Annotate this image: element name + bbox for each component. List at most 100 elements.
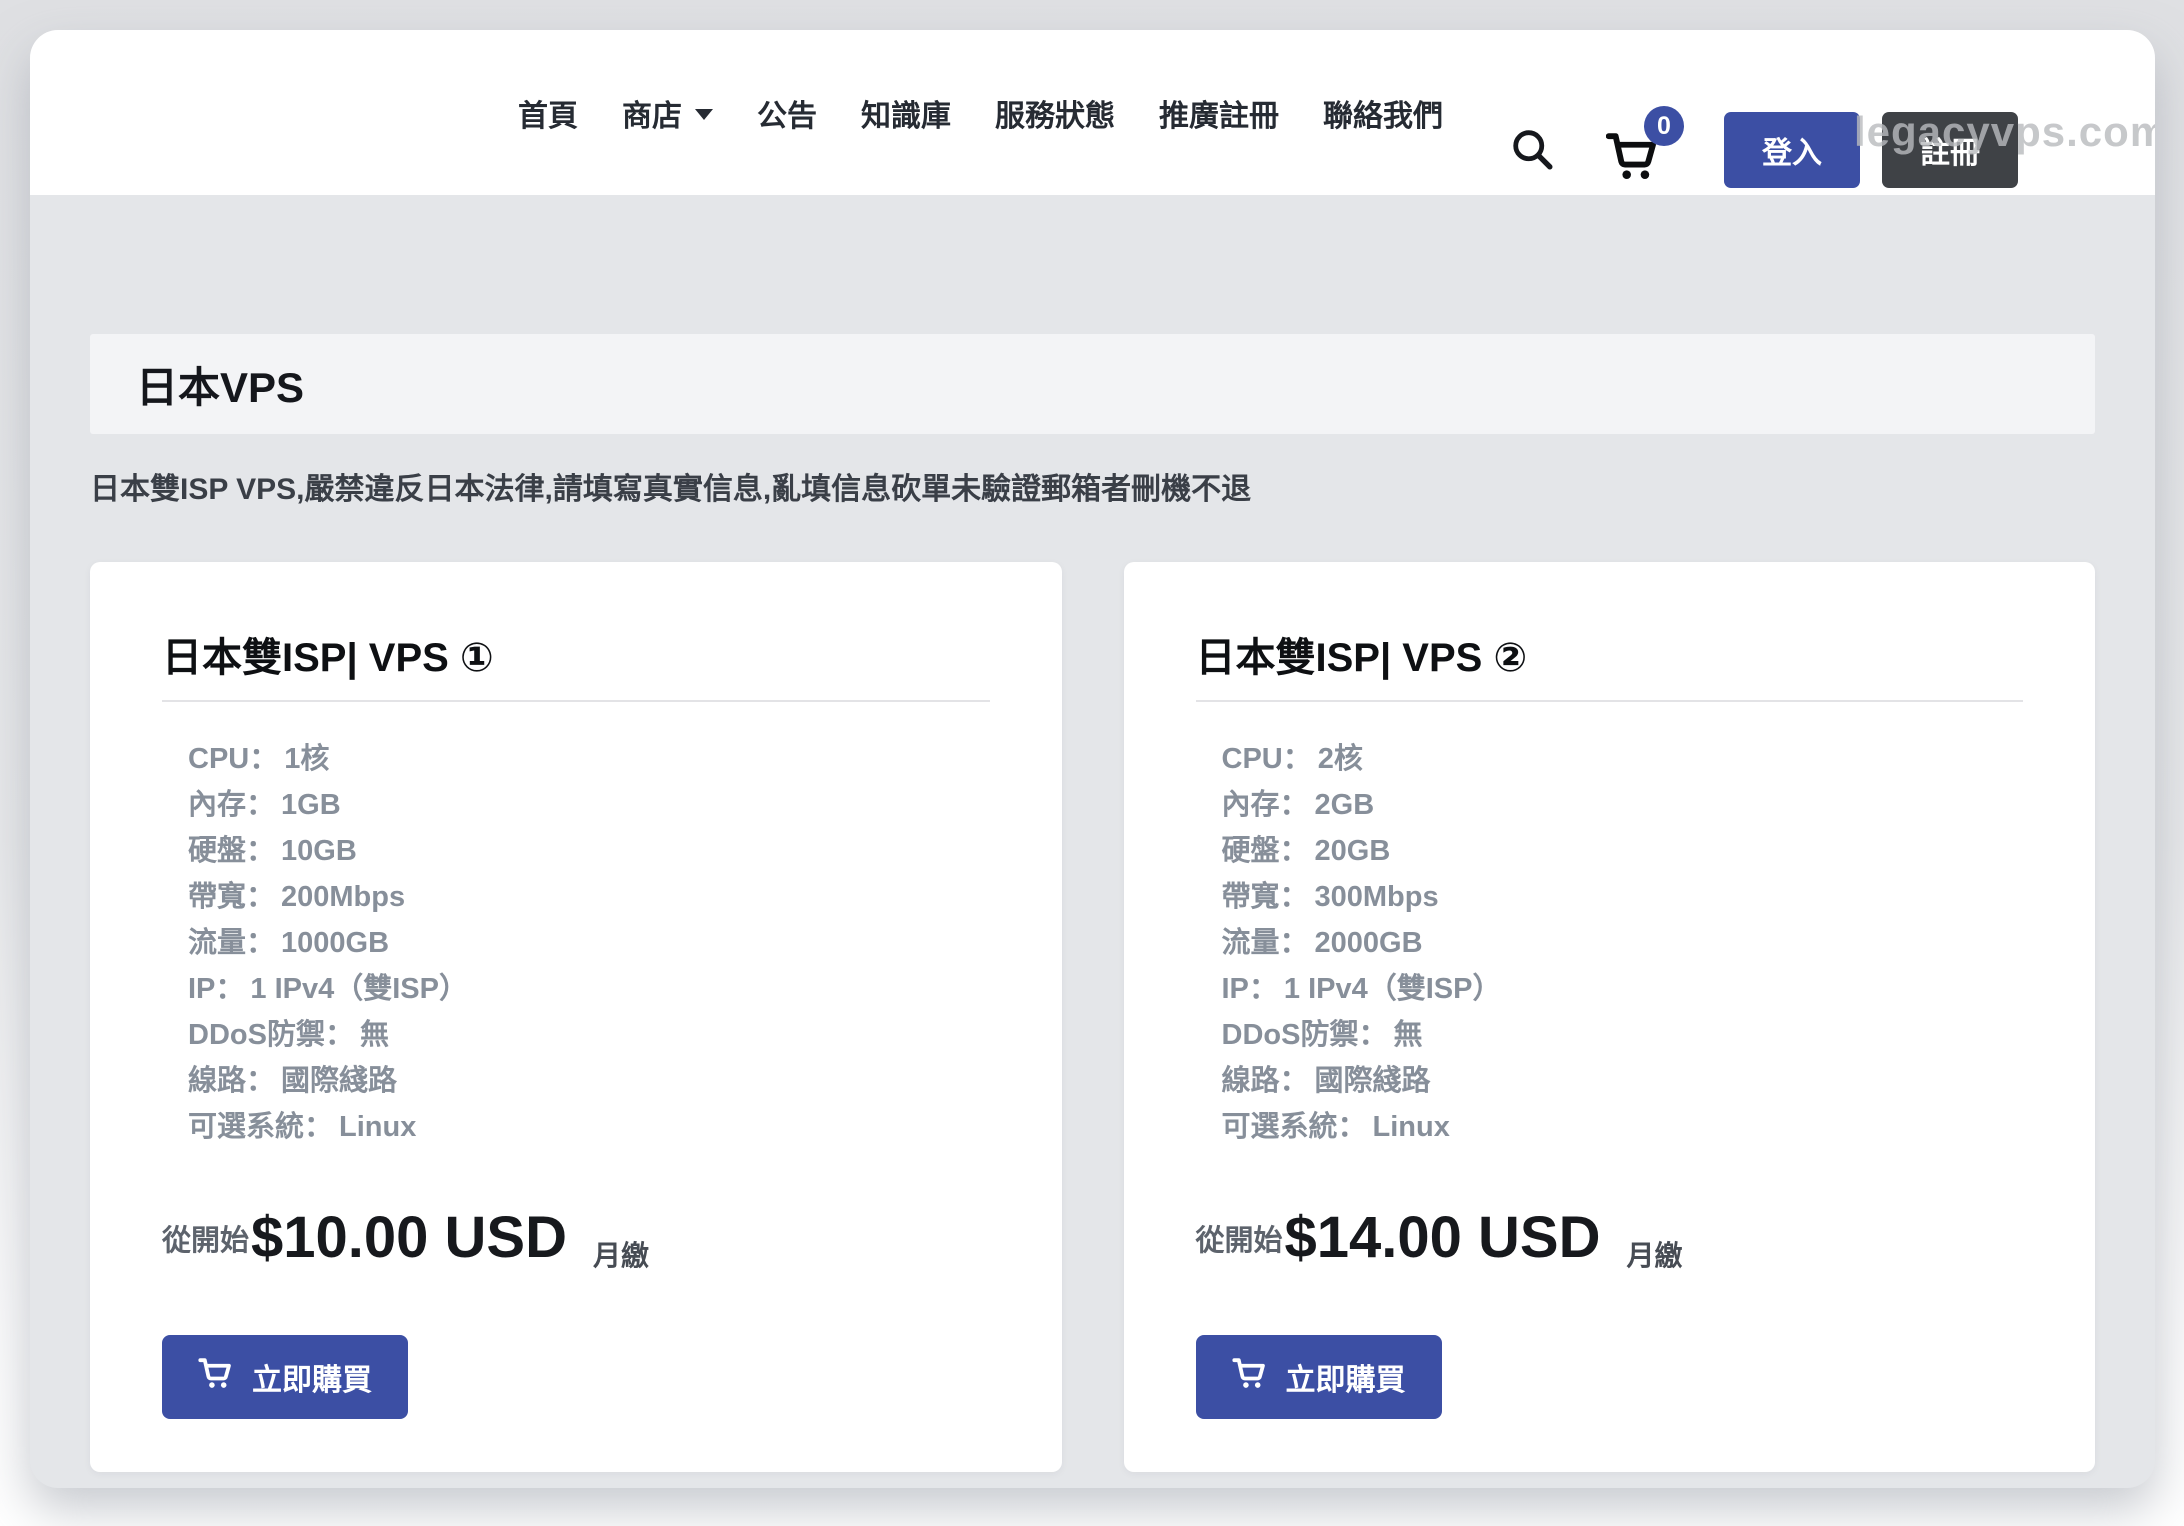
product-title: 日本雙ISP| VPS ②: [1196, 634, 2024, 682]
spec-list: CPU：2核 內存：2GB 硬盤：20GB 帶寬：300Mbps 流量：2000…: [1196, 736, 2024, 1150]
nav-menu: 首頁 商店 公告 知識庫 服務狀態 推廣註冊 聯絡我們: [518, 30, 1443, 195]
spec-value: 國際綫路: [1315, 1065, 1431, 1097]
spec-label: IP：: [188, 973, 244, 1005]
spec-row: 內存：2GB: [1222, 782, 2024, 828]
page-header-panel: 日本VPS: [90, 334, 2095, 434]
nav-item-label: 聯絡我們: [1323, 91, 1443, 135]
billing-cycle: 月繳: [593, 1234, 649, 1274]
product-card: 日本雙ISP| VPS ② CPU：2核 內存：2GB 硬盤：20GB 帶寬：3…: [1124, 562, 2096, 1472]
nav-item-knowledgebase[interactable]: 知識庫: [861, 91, 951, 135]
spec-value: 國際綫路: [281, 1065, 397, 1097]
spec-row: CPU：1核: [188, 736, 990, 782]
product-title: 日本雙ISP| VPS ①: [162, 634, 990, 682]
cart-icon: [1232, 1357, 1268, 1397]
spec-row: IP：1 IPv4（雙ISP）: [1222, 966, 2024, 1012]
billing-cycle: 月繳: [1627, 1234, 1683, 1274]
spec-value: 1000GB: [281, 927, 389, 959]
spec-value: 無: [360, 1019, 389, 1051]
spec-value: 無: [1393, 1019, 1422, 1051]
order-now-button[interactable]: 立即購買: [1196, 1335, 1442, 1419]
order-now-button[interactable]: 立即購買: [162, 1335, 408, 1419]
login-button[interactable]: 登入: [1724, 112, 1860, 188]
spec-label: 內存：: [188, 789, 275, 821]
order-button-label: 立即購買: [1286, 1355, 1406, 1399]
search-icon: [1509, 160, 1555, 175]
nav-item-label: 公告: [757, 91, 817, 135]
spec-row: 流量：1000GB: [188, 920, 990, 966]
spec-value: Linux: [339, 1111, 416, 1143]
spec-label: IP：: [1222, 973, 1278, 1005]
nav-item-label: 服務狀態: [995, 91, 1115, 135]
nav-item-label: 推廣註冊: [1159, 91, 1279, 135]
price-row: 從開始 $14.00 USD 月繳: [1196, 1204, 2024, 1271]
caret-down-icon: [695, 109, 713, 120]
spec-label: 硬盤：: [188, 835, 275, 867]
notice-text: 日本雙ISP VPS,嚴禁違反日本法律,請填寫真實信息,亂填信息砍單未驗證郵箱者…: [90, 464, 2095, 508]
price: $14.00 USD: [1285, 1204, 1601, 1271]
price-row: 從開始 $10.00 USD 月繳: [162, 1204, 990, 1271]
product-card-list: 日本雙ISP| VPS ① CPU：1核 內存：1GB 硬盤：10GB 帶寬：2…: [90, 562, 2095, 1472]
site-window: 首頁 商店 公告 知識庫 服務狀態 推廣註冊 聯絡我們 0 登入 註冊 lega…: [30, 30, 2155, 1488]
spec-label: 可選系統：: [188, 1111, 333, 1143]
spec-row: 可選系統：Linux: [1222, 1104, 2024, 1150]
cart-button[interactable]: 0: [1604, 130, 1662, 184]
nav-item-announcements[interactable]: 公告: [757, 91, 817, 135]
spec-value: 1 IPv4（雙ISP）: [1284, 973, 1502, 1005]
spec-row: 線路：國際綫路: [188, 1058, 990, 1104]
search-button[interactable]: [1508, 126, 1556, 174]
spec-row: 帶寬：300Mbps: [1222, 874, 2024, 920]
spec-value: 2GB: [1315, 789, 1375, 821]
spec-value: 1GB: [281, 789, 341, 821]
spec-label: 線路：: [188, 1065, 275, 1097]
spec-list: CPU：1核 內存：1GB 硬盤：10GB 帶寬：200Mbps 流量：1000…: [162, 736, 990, 1150]
spec-value: 200Mbps: [281, 881, 405, 913]
spec-label: CPU：: [188, 743, 278, 775]
spec-row: 硬盤：20GB: [1222, 828, 2024, 874]
nav-item-label: 商店: [622, 91, 682, 135]
spec-label: 硬盤：: [1222, 835, 1309, 867]
product-card: 日本雙ISP| VPS ① CPU：1核 內存：1GB 硬盤：10GB 帶寬：2…: [90, 562, 1062, 1472]
spec-row: 流量：2000GB: [1222, 920, 2024, 966]
nav-item-network-status[interactable]: 服務狀態: [995, 91, 1115, 135]
spec-value: 300Mbps: [1315, 881, 1439, 913]
nav-item-affiliates[interactable]: 推廣註冊: [1159, 91, 1279, 135]
spec-label: 線路：: [1222, 1065, 1309, 1097]
spec-label: 流量：: [1222, 927, 1309, 959]
spec-row: IP：1 IPv4（雙ISP）: [188, 966, 990, 1012]
order-button-label: 立即購買: [252, 1355, 372, 1399]
nav-item-home[interactable]: 首頁: [518, 91, 578, 135]
spec-label: 帶寬：: [188, 881, 275, 913]
cart-icon: [1606, 169, 1660, 184]
nav-item-contact[interactable]: 聯絡我們: [1323, 91, 1443, 135]
nav-item-label: 知識庫: [861, 91, 951, 135]
spec-label: 可選系統：: [1222, 1111, 1367, 1143]
divider: [162, 700, 990, 702]
spec-row: 內存：1GB: [188, 782, 990, 828]
price-prefix: 從開始: [1196, 1217, 1283, 1259]
spec-value: 10GB: [281, 835, 357, 867]
spec-row: DDoS防禦：無: [188, 1012, 990, 1058]
spec-value: 1核: [284, 743, 329, 775]
spec-value: 20GB: [1315, 835, 1391, 867]
cart-count-badge: 0: [1644, 106, 1684, 146]
spec-value: Linux: [1373, 1111, 1450, 1143]
price-prefix: 從開始: [162, 1217, 249, 1259]
spec-value: 2000GB: [1315, 927, 1423, 959]
spec-label: 帶寬：: [1222, 881, 1309, 913]
spec-label: CPU：: [1222, 743, 1312, 775]
register-button[interactable]: 註冊: [1882, 112, 2018, 188]
nav-item-store[interactable]: 商店: [622, 91, 713, 135]
spec-label: DDoS防禦：: [188, 1019, 354, 1051]
navbar: 首頁 商店 公告 知識庫 服務狀態 推廣註冊 聯絡我們 0 登入 註冊: [30, 30, 2155, 195]
nav-item-label: 首頁: [518, 91, 578, 135]
spec-row: CPU：2核: [1222, 736, 2024, 782]
divider: [1196, 700, 2024, 702]
spec-value: 2核: [1318, 743, 1363, 775]
spec-label: 內存：: [1222, 789, 1309, 821]
spec-row: DDoS防禦：無: [1222, 1012, 2024, 1058]
spec-row: 可選系統：Linux: [188, 1104, 990, 1150]
spec-row: 硬盤：10GB: [188, 828, 990, 874]
spec-row: 帶寬：200Mbps: [188, 874, 990, 920]
spec-label: DDoS防禦：: [1222, 1019, 1388, 1051]
spec-label: 流量：: [188, 927, 275, 959]
